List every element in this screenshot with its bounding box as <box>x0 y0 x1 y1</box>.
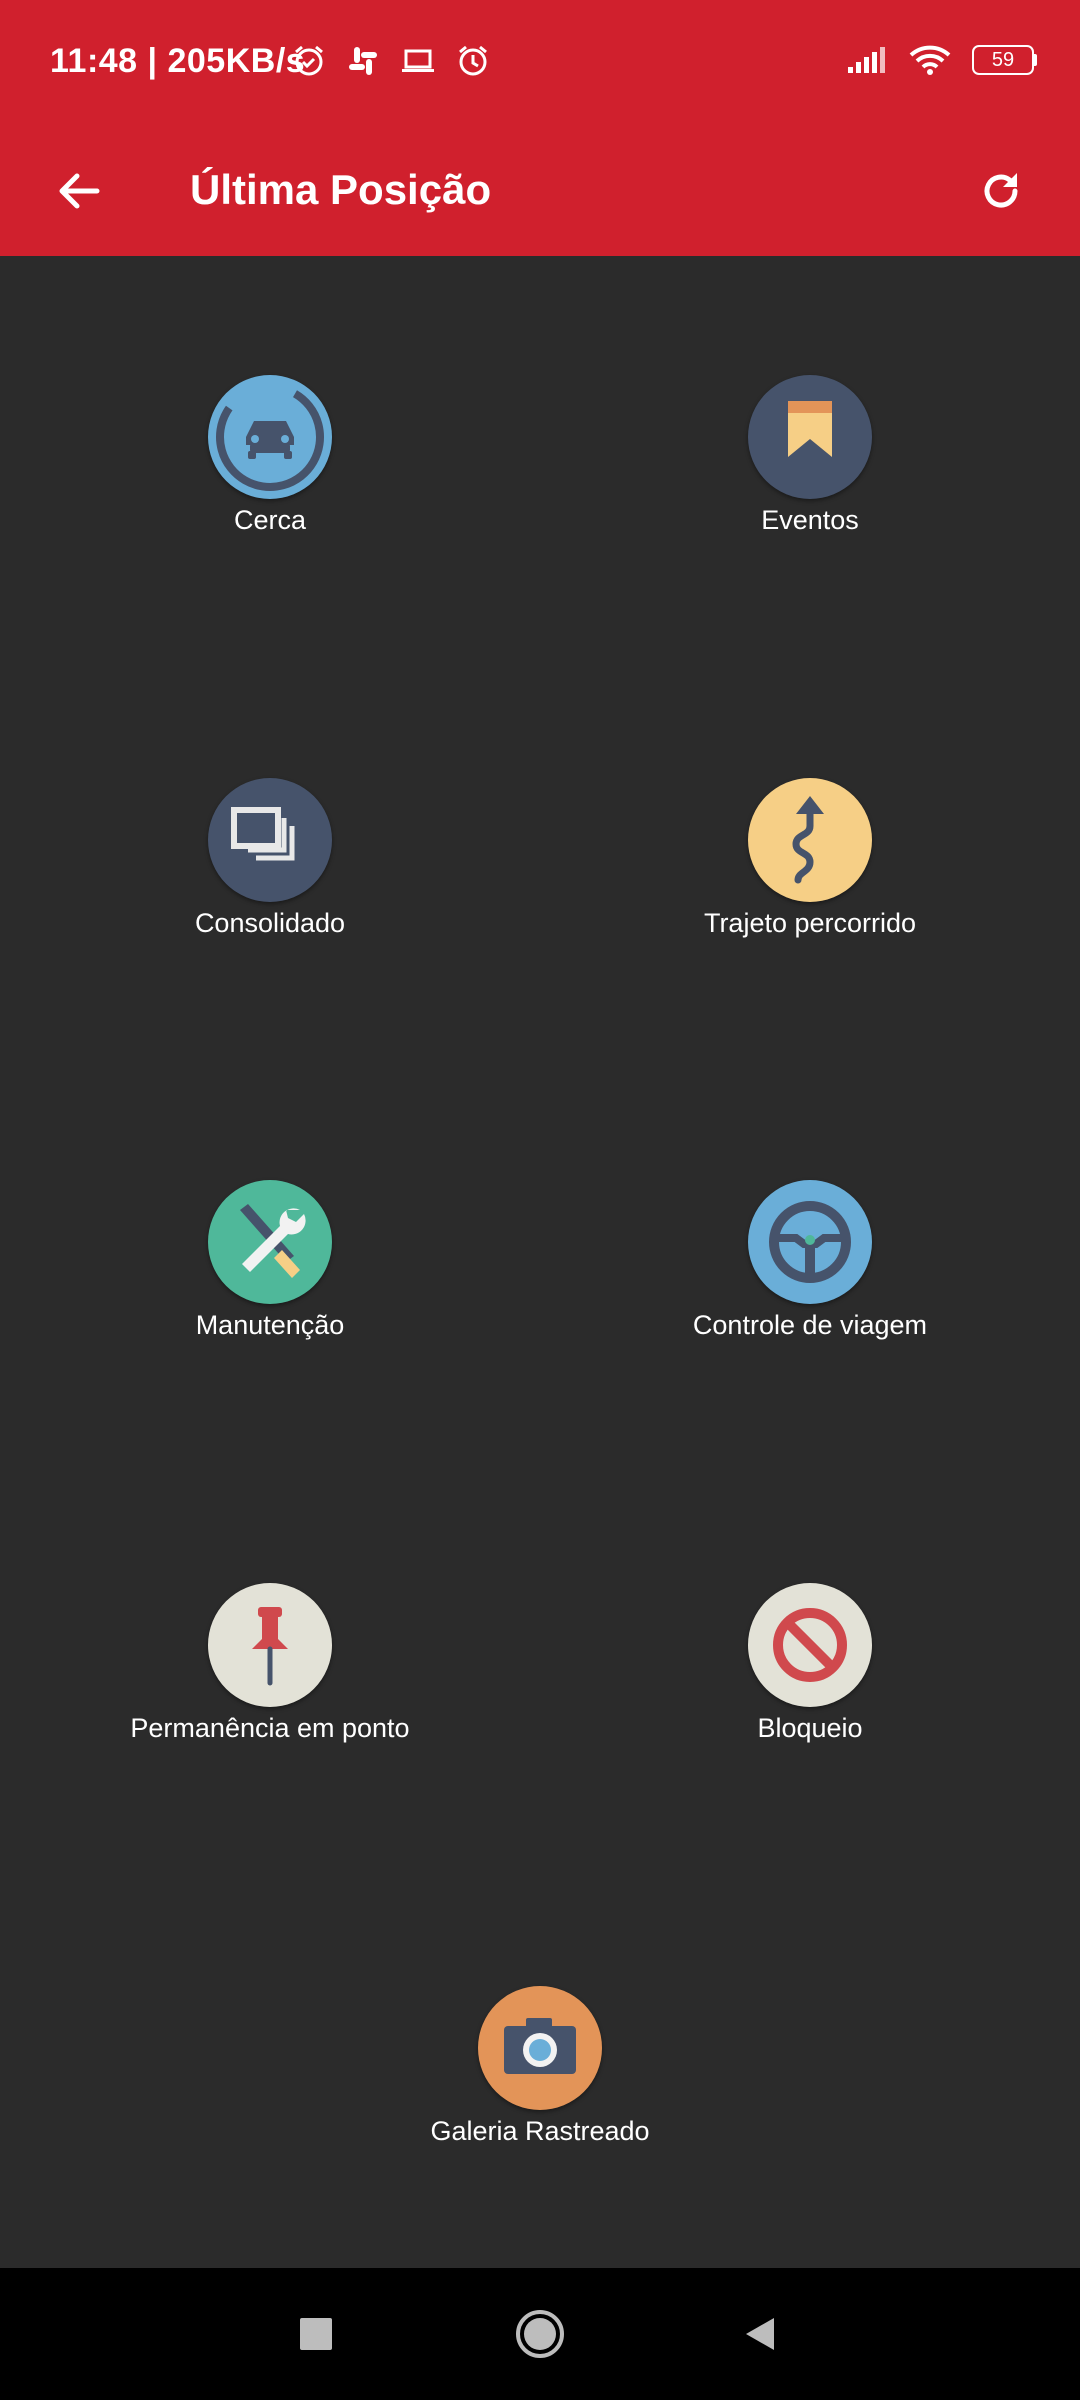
home-circle-icon <box>516 2310 564 2358</box>
slack-icon <box>349 47 377 75</box>
status-bar: 11:48 | 205KB/s 59 <box>0 0 1080 128</box>
menu-item-manutencao[interactable]: Manutenção <box>40 1180 500 1380</box>
menu-item-label: Trajeto percorrido <box>703 908 917 938</box>
laptop-icon <box>402 49 434 72</box>
menu-item-label: Eventos <box>761 505 859 535</box>
home-button[interactable] <box>510 2304 570 2364</box>
page-title: Última Posição <box>190 166 492 213</box>
galeria-icon-circle <box>478 1986 602 2110</box>
menu-item-label: Manutenção <box>195 1310 345 1340</box>
windows-stack-icon <box>231 807 295 861</box>
controle-icon-circle <box>748 1180 872 1304</box>
permanencia-icon-circle <box>208 1583 332 1707</box>
menu-item-label: Galeria Rastreado <box>430 2116 650 2146</box>
cerca-icon-circle <box>208 375 332 499</box>
arrow-back-icon <box>59 173 100 209</box>
menu-item-permanencia[interactable]: Permanência em ponto <box>40 1583 500 1783</box>
menu-item-label: Consolidado <box>194 908 346 938</box>
bloqueio-icon-circle <box>748 1583 872 1707</box>
menu-item-label: Permanência em ponto <box>130 1713 410 1743</box>
menu-item-label: Controle de viagem <box>692 1310 928 1340</box>
recent-apps-button[interactable] <box>286 2304 346 2364</box>
menu-item-galeria[interactable]: Galeria Rastreado <box>310 1986 770 2186</box>
triangle-back-icon <box>746 2318 774 2350</box>
bookmark-icon <box>788 401 832 457</box>
menu-item-cerca[interactable]: Cerca <box>40 375 500 575</box>
system-status-icons: 59 <box>846 44 1038 76</box>
menu-item-trajeto[interactable]: Trajeto percorrido <box>580 778 1040 978</box>
back-button[interactable] <box>44 156 114 226</box>
tools-icon <box>240 1204 306 1278</box>
alarm-check-icon <box>295 45 323 76</box>
car-icon <box>216 383 324 491</box>
camera-icon <box>504 2018 576 2074</box>
block-icon <box>773 1608 847 1682</box>
alarm-icon <box>459 45 487 76</box>
status-time: 11:48 | 205KB/s <box>50 42 306 80</box>
battery-level: 59 <box>991 49 1015 71</box>
route-arrow-icon <box>792 796 824 884</box>
refresh-icon <box>984 173 1018 208</box>
steering-wheel-icon <box>769 1201 851 1283</box>
signal-icon <box>848 47 885 73</box>
manutencao-icon-circle <box>208 1180 332 1304</box>
app-bar: Última Posição <box>0 128 1080 256</box>
menu-item-eventos[interactable]: Eventos <box>580 375 1040 575</box>
menu-item-label: Cerca <box>233 505 307 535</box>
eventos-icon-circle <box>748 375 872 499</box>
notification-icons <box>292 44 490 78</box>
trajeto-icon-circle <box>748 778 872 902</box>
consolidado-icon-circle <box>208 778 332 902</box>
menu-item-bloqueio[interactable]: Bloqueio <box>580 1583 1040 1783</box>
back-nav-button[interactable] <box>730 2304 790 2364</box>
wifi-icon <box>909 45 951 75</box>
battery-indicator: 59 <box>972 45 1038 75</box>
refresh-button[interactable] <box>966 156 1036 226</box>
system-navigation-bar <box>0 2268 1080 2400</box>
menu-item-label: Bloqueio <box>757 1713 863 1743</box>
square-icon <box>300 2318 332 2350</box>
pin-icon <box>252 1607 288 1686</box>
menu-item-consolidado[interactable]: Consolidado <box>40 778 500 978</box>
menu-item-controle-viagem[interactable]: Controle de viagem <box>580 1180 1040 1380</box>
